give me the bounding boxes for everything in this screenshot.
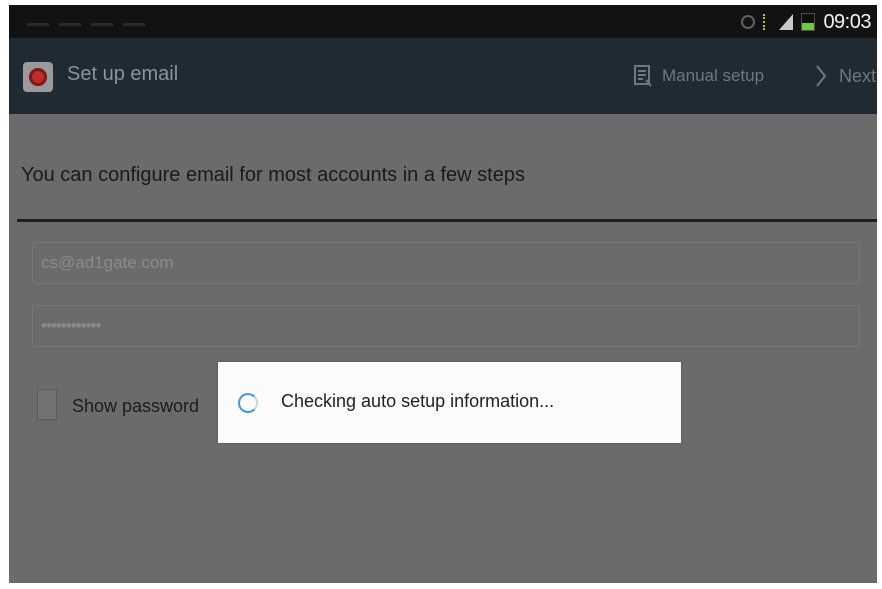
signal-strength-icon (779, 14, 794, 30)
status-notification-icons (27, 13, 177, 26)
intro-text: You can configure email for most account… (21, 164, 525, 186)
status-bar: 09:03 (9, 5, 877, 38)
next-button[interactable]: Next (815, 59, 876, 93)
device-screen: 09:03 Set up email Manual setup Next You… (9, 5, 877, 583)
manual-setup-button[interactable]: Manual setup (634, 59, 764, 93)
manual-setup-label: Manual setup (662, 66, 765, 85)
chevron-right-icon (816, 65, 827, 87)
signal-activity-icon (763, 14, 771, 30)
manual-setup-icon (634, 65, 652, 87)
battery-icon (801, 13, 816, 31)
show-password-checkbox[interactable] (37, 389, 57, 420)
status-icons: 09:03 (741, 9, 871, 35)
next-label: Next (839, 65, 877, 86)
email-field[interactable]: cs@ad1gate.com (32, 242, 860, 284)
page-title: Set up email (67, 63, 179, 85)
section-divider (17, 219, 877, 222)
progress-message: Checking auto setup information... (281, 391, 555, 411)
show-password-label[interactable]: Show password (72, 396, 199, 417)
vibrate-icon (741, 15, 756, 29)
spinner-icon (238, 393, 258, 413)
action-bar: Set up email Manual setup Next (9, 38, 877, 114)
password-field[interactable]: •••••••••••• (32, 305, 860, 347)
status-clock: 09:03 (823, 10, 871, 33)
progress-dialog: Checking auto setup information... (218, 362, 681, 443)
email-app-icon[interactable] (23, 62, 53, 92)
